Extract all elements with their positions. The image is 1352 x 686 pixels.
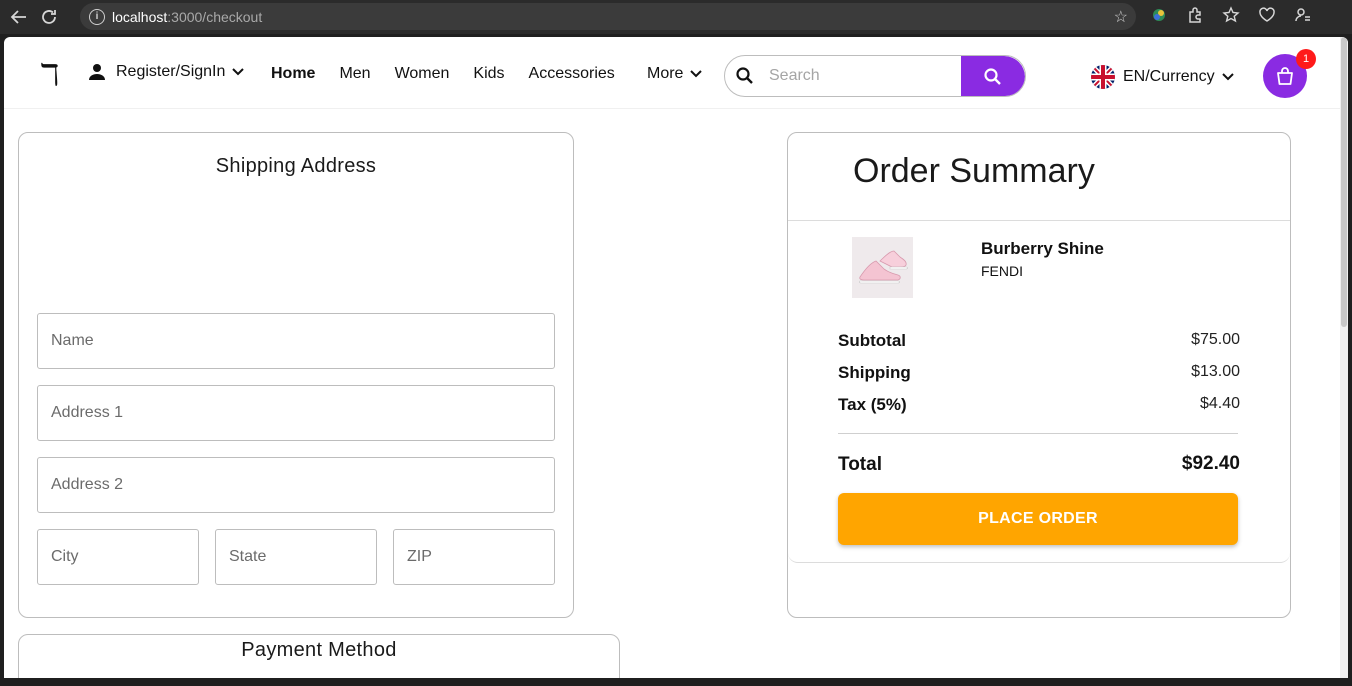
nav-men[interactable]: Men	[339, 65, 370, 83]
shipping-label: Shipping	[838, 363, 911, 382]
language-selector[interactable]: EN/Currency	[1091, 65, 1235, 89]
shipping-address-card: Shipping Address	[18, 132, 574, 618]
site-logo[interactable]: ℸ	[40, 61, 59, 91]
search-icon	[984, 68, 1001, 85]
nav-more[interactable]: More	[647, 65, 703, 83]
health-heart-icon[interactable]	[1256, 4, 1278, 26]
extension-colorful-icon[interactable]	[1148, 4, 1170, 26]
tax-label: Tax (5%)	[838, 395, 907, 414]
order-summary-panel: Order Summary Burberry Shine FENDI Subto…	[788, 133, 1290, 563]
shipping-value: $13.00	[1191, 363, 1240, 380]
shipping-address-title: Shipping Address	[215, 155, 377, 177]
address2-input[interactable]	[38, 458, 554, 512]
zip-field	[393, 529, 555, 585]
cart-count-badge: 1	[1296, 49, 1316, 69]
address1-field	[37, 385, 555, 441]
shopping-bag-icon	[1277, 67, 1293, 85]
account-menu[interactable]: Register/SignIn	[88, 63, 245, 81]
nav-home[interactable]: Home	[271, 65, 315, 83]
nav-women[interactable]: Women	[395, 65, 450, 83]
state-field	[215, 529, 377, 585]
account-label: Register/SignIn	[116, 63, 226, 80]
scrollbar[interactable]	[1340, 37, 1348, 678]
nav-kids[interactable]: Kids	[473, 65, 504, 83]
person-icon	[89, 64, 105, 80]
site-info-icon[interactable]: i	[89, 8, 105, 25]
address1-input[interactable]	[38, 386, 554, 440]
city-input[interactable]	[38, 530, 198, 584]
main-nav: Home Men Women Kids Accessories	[271, 65, 639, 83]
site-header: ℸ Register/SignIn Home Men Women Kids Ac…	[4, 37, 1340, 109]
name-input[interactable]	[38, 314, 554, 368]
browser-toolbar: i localhost:3000/checkout ☆	[0, 0, 1352, 34]
payment-method-card: Payment Method	[18, 634, 620, 678]
total-value: $92.40	[1181, 453, 1240, 474]
uk-flag-icon	[1091, 65, 1115, 89]
language-label: EN/Currency	[1123, 68, 1215, 85]
back-icon[interactable]	[4, 2, 34, 32]
product-name[interactable]: Burberry Shine	[981, 239, 1104, 259]
search-bar	[724, 55, 1026, 97]
address-bar[interactable]: i localhost:3000/checkout ☆	[80, 3, 1136, 30]
divider	[838, 433, 1238, 434]
favorites-icon[interactable]	[1220, 4, 1242, 26]
url-text: localhost:3000/checkout	[112, 8, 263, 25]
state-input[interactable]	[216, 530, 376, 584]
place-order-button[interactable]: PLACE ORDER	[838, 493, 1238, 545]
total-label: Total	[838, 454, 882, 475]
extensions-puzzle-icon[interactable]	[1184, 4, 1206, 26]
chevron-down-icon	[1221, 73, 1234, 81]
address2-field	[37, 457, 555, 513]
subtotal-value: $75.00	[1191, 331, 1240, 348]
city-field	[37, 529, 199, 585]
profile-switch-icon[interactable]	[1292, 4, 1314, 26]
search-input[interactable]	[769, 57, 955, 95]
product-brand: FENDI	[981, 263, 1023, 279]
chevron-down-icon	[232, 68, 245, 76]
name-field	[37, 313, 555, 369]
order-summary-title: Order Summary	[853, 152, 1095, 190]
page-viewport: ℸ Register/SignIn Home Men Women Kids Ac…	[4, 37, 1348, 678]
zip-input[interactable]	[394, 530, 554, 584]
nav-accessories[interactable]: Accessories	[529, 65, 615, 83]
chevron-down-icon	[690, 70, 703, 78]
nav-more-label: More	[647, 65, 684, 82]
scrollbar-thumb[interactable]	[1341, 37, 1347, 327]
refresh-icon[interactable]	[34, 2, 64, 32]
order-summary-card: Order Summary Burberry Shine FENDI Subto…	[787, 132, 1291, 618]
payment-method-title: Payment Method	[241, 639, 397, 661]
subtotal-label: Subtotal	[838, 331, 906, 350]
bookmark-star-icon[interactable]: ☆	[1114, 7, 1128, 27]
tax-value: $4.40	[1199, 395, 1240, 412]
search-button[interactable]	[961, 56, 1025, 96]
search-icon	[736, 67, 753, 84]
product-thumbnail[interactable]	[852, 237, 913, 298]
divider	[788, 220, 1290, 221]
